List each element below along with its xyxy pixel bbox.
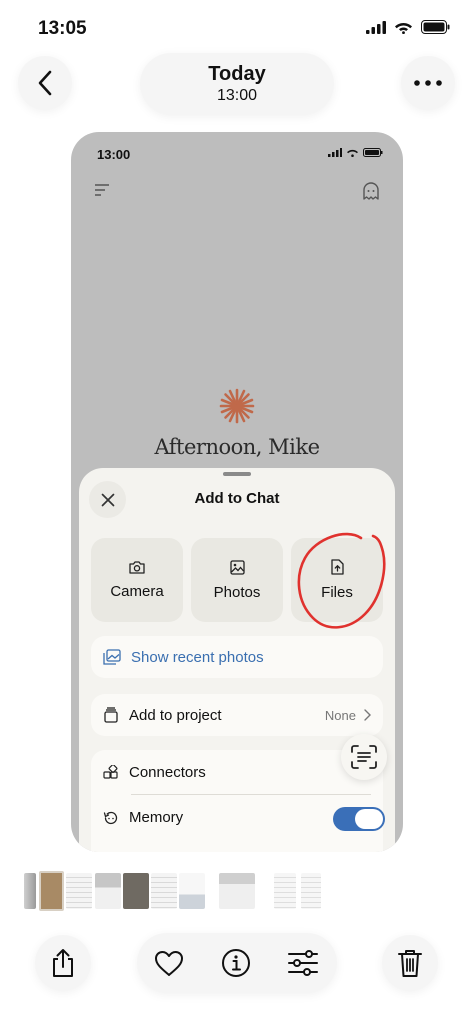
wifi-icon (395, 23, 412, 34)
thumbnail[interactable] (301, 873, 321, 909)
photos-label: Photos (213, 583, 261, 601)
info-icon (222, 949, 250, 977)
sheet-title: Add to Chat (194, 490, 280, 507)
thumbnail[interactable] (123, 873, 149, 909)
project-value: None (324, 707, 356, 723)
chevron-right-icon (364, 709, 371, 721)
status-time: 13:05 (38, 18, 87, 39)
photos-button[interactable]: Photos (191, 538, 283, 622)
connectors-icon (103, 764, 118, 779)
connectors-row[interactable]: Connectors (103, 764, 206, 781)
delete-button[interactable] (382, 935, 438, 991)
scan-text-button[interactable] (341, 734, 387, 780)
chevron-left-icon (38, 70, 52, 96)
memory-row: Memory (103, 809, 183, 826)
memory-toggle[interactable] (333, 807, 385, 831)
text-scan-icon (351, 745, 377, 769)
connectors-label: Connectors (129, 764, 206, 781)
share-icon (53, 949, 73, 977)
title-pill: Today 13:00 (140, 53, 334, 115)
screenshot-preview[interactable]: 13:00 Afternoon, Mike Add to Chat Camera… (71, 132, 403, 852)
status-icons (366, 20, 450, 34)
page-title: Today (208, 63, 266, 85)
battery-icon (363, 148, 383, 157)
screenshot-status-time: 13:00 (97, 147, 131, 162)
ellipsis-icon (414, 80, 442, 86)
show-recent-photos-button[interactable]: Show recent photos (91, 636, 383, 678)
project-box-icon (104, 707, 118, 723)
action-pill (137, 933, 337, 993)
sliders-icon (288, 950, 318, 976)
add-to-chat-sheet: Add to Chat Camera Photos Files Show rec… (79, 468, 395, 852)
share-button[interactable] (35, 935, 91, 991)
signal-icon (328, 148, 342, 157)
greeting: Afternoon, Mike (154, 435, 320, 459)
add-to-project-label: Add to project (129, 706, 222, 724)
camera-icon (129, 561, 145, 574)
toggle-knob (355, 809, 383, 829)
camera-button[interactable]: Camera (91, 538, 183, 622)
camera-label: Camera (110, 583, 164, 600)
thumbnail[interactable] (179, 873, 205, 909)
claude-star-icon (219, 388, 255, 424)
thumbnail[interactable] (151, 873, 177, 909)
thumbnail[interactable] (24, 873, 36, 909)
heart-icon (155, 950, 183, 976)
annotation-circle (297, 532, 386, 629)
wifi-icon (347, 149, 358, 157)
thumbnail[interactable] (219, 873, 255, 909)
memory-icon (103, 811, 118, 824)
menu-icon[interactable] (93, 182, 111, 198)
settings-card: Connectors Memory (91, 750, 385, 852)
adjust-button[interactable] (287, 947, 319, 979)
favorite-button[interactable] (153, 947, 185, 979)
project-selector[interactable]: None (325, 708, 371, 723)
photos-stack-icon (103, 649, 121, 665)
divider (131, 794, 371, 795)
thumbnail[interactable] (66, 873, 92, 909)
memory-label: Memory (129, 809, 184, 826)
show-recent-photos-label: Show recent photos (131, 648, 264, 666)
battery-icon (421, 20, 450, 34)
signal-icon (366, 20, 386, 34)
info-button[interactable] (220, 947, 252, 979)
page-subtitle: 13:00 (216, 87, 258, 104)
more-button[interactable] (401, 56, 455, 110)
thumbnail-selected[interactable] (39, 871, 64, 911)
image-icon (229, 559, 245, 575)
sheet-grabber[interactable] (223, 472, 251, 476)
back-button[interactable] (18, 56, 72, 110)
screenshot-status-icons (328, 148, 383, 157)
thumbnail[interactable] (95, 873, 121, 909)
ghost-icon[interactable] (360, 180, 382, 202)
add-to-project-row[interactable]: Add to project None (91, 694, 383, 736)
thumbnail[interactable] (274, 873, 296, 909)
trash-icon (398, 950, 422, 977)
